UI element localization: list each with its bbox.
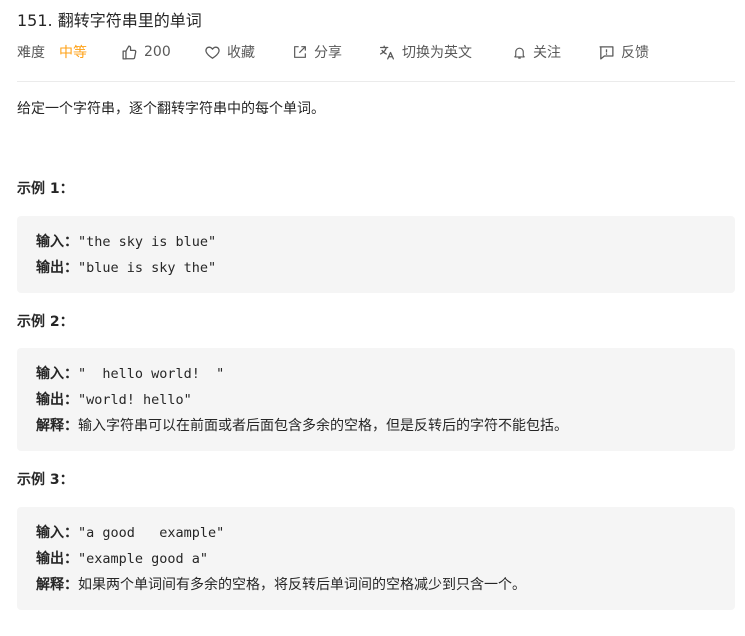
output-label: 输出： — [36, 260, 78, 276]
example-2-output: 输出："world! hello" — [36, 387, 716, 413]
output-value: "example good a" — [78, 551, 209, 567]
bell-icon — [514, 47, 525, 59]
output-label: 输出： — [36, 551, 78, 567]
problem-title: 151. 翻转字符串里的单词 — [17, 11, 202, 30]
share-button[interactable]: 分享 — [292, 41, 342, 63]
example-3-input: 输入："a good example" — [36, 520, 716, 546]
problem-description: 给定一个字符串，逐个翻转字符串中的每个单词。 — [17, 101, 325, 117]
input-value: " hello world! " — [78, 366, 225, 382]
example-3-explanation: 解释：如果两个单词间有多余的空格，将反转后单词间的空格减少到只含一个。 — [36, 572, 716, 598]
example-2-title: 示例 2： — [17, 314, 74, 330]
favorite-button[interactable]: 收藏 — [204, 41, 255, 63]
input-label: 输入： — [36, 525, 78, 541]
follow-label: 关注 — [533, 45, 561, 61]
output-value: "blue is sky the" — [78, 260, 217, 276]
translate-icon — [379, 44, 395, 60]
switch-language-label: 切换为英文 — [402, 45, 472, 61]
example-1-output: 输出："blue is sky the" — [36, 255, 716, 281]
example-2-explanation: 解释：输入字符串可以在前面或者后面包含多余的空格，但是反转后的字符不能包括。 — [36, 413, 716, 439]
difficulty-value: 中等 — [59, 45, 87, 61]
example-1-box: 输入："the sky is blue" 输出："blue is sky the… — [17, 216, 735, 293]
example-2-box: 输入：" hello world! " 输出："world! hello" 解释… — [17, 348, 735, 451]
share-icon — [294, 46, 306, 58]
difficulty: 难度 中等 — [17, 41, 87, 63]
feedback-label: 反馈 — [621, 45, 649, 61]
problem-toolbar: 难度 中等 200 收藏 分享 切换为英文 关注 反馈 — [17, 41, 737, 63]
example-3-title: 示例 3： — [17, 472, 74, 488]
example-1-input: 输入："the sky is blue" — [36, 229, 716, 255]
heart-icon — [205, 46, 220, 59]
output-label: 输出： — [36, 392, 78, 408]
favorite-label: 收藏 — [227, 45, 255, 61]
like-button[interactable]: 200 — [121, 41, 171, 63]
thumbs-up-icon — [122, 44, 137, 60]
explanation-label: 解释： — [36, 418, 78, 434]
example-3-box: 输入："a good example" 输出："example good a" … — [17, 507, 735, 610]
explanation-text: 如果两个单词间有多余的空格，将反转后单词间的空格减少到只含一个。 — [78, 577, 526, 593]
header-divider — [17, 81, 735, 82]
explanation-label: 解释： — [36, 577, 78, 593]
feedback-icon — [599, 45, 614, 60]
output-value: "world! hello" — [78, 392, 192, 408]
input-value: "a good example" — [78, 525, 225, 541]
example-1-title: 示例 1： — [17, 181, 74, 197]
follow-button[interactable]: 关注 — [512, 41, 561, 63]
example-2-input: 输入：" hello world! " — [36, 361, 716, 387]
example-3-output: 输出："example good a" — [36, 546, 716, 572]
share-label: 分享 — [314, 45, 342, 61]
explanation-text: 输入字符串可以在前面或者后面包含多余的空格，但是反转后的字符不能包括。 — [78, 418, 568, 434]
difficulty-label: 难度 — [17, 45, 45, 61]
input-label: 输入： — [36, 234, 78, 250]
switch-language-button[interactable]: 切换为英文 — [378, 41, 472, 63]
like-count: 200 — [144, 44, 171, 60]
input-label: 输入： — [36, 366, 78, 382]
input-value: "the sky is blue" — [78, 234, 217, 250]
feedback-button[interactable]: 反馈 — [598, 41, 649, 63]
